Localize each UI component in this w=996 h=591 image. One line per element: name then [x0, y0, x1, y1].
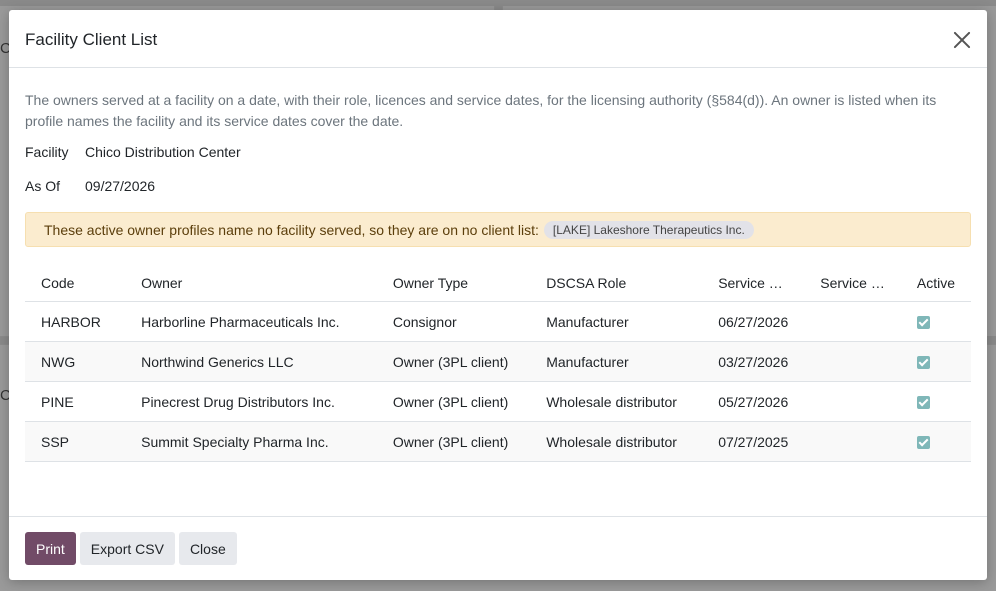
cell-role: Wholesale distributor [530, 381, 703, 422]
close-icon[interactable] [951, 29, 973, 51]
cell-role: Manufacturer [530, 341, 703, 382]
cell-service-start: 05/27/2026 [702, 381, 805, 422]
column-header-code[interactable]: Code [25, 265, 126, 302]
active-checkbox-icon[interactable] [916, 356, 930, 370]
column-header-service-end[interactable]: Service … [804, 265, 901, 302]
cell-active [900, 341, 971, 382]
cell-role: Wholesale distributor [530, 421, 703, 462]
cell-role: Manufacturer [530, 301, 703, 342]
cell-owner: Northwind Generics LLC [125, 341, 377, 382]
as-of-field: As Of 09/27/2026 [25, 178, 971, 194]
print-button[interactable]: Print [25, 532, 76, 565]
cell-code: SSP [25, 421, 126, 462]
cell-owner-type: Consignor [376, 301, 531, 342]
dialog-footer: Print Export CSV Close [9, 516, 987, 580]
facility-client-list-dialog: Facility Client List The owners served a… [9, 10, 987, 580]
cell-code: NWG [25, 341, 126, 382]
close-button[interactable]: Close [178, 532, 237, 565]
column-header-active[interactable]: Active [900, 265, 971, 302]
dialog-title: Facility Client List [25, 29, 158, 49]
column-header-owner[interactable]: Owner [125, 265, 377, 302]
cell-owner-type: Owner (3PL client) [376, 381, 531, 422]
cell-service-end [804, 341, 901, 382]
facility-field: Facility Chico Distribution Center [25, 144, 971, 160]
column-header-dscsa-role[interactable]: DSCSA Role [530, 265, 703, 302]
table-row[interactable]: NWG Northwind Generics LLC Owner (3PL cl… [25, 341, 971, 382]
dialog-header: Facility Client List [9, 10, 987, 68]
cell-service-end [804, 301, 901, 342]
export-csv-button[interactable]: Export CSV [79, 532, 175, 565]
cell-service-end [804, 421, 901, 462]
active-checkbox-icon[interactable] [916, 436, 930, 450]
table-row[interactable]: PINE Pinecrest Drug Distributors Inc. Ow… [25, 381, 971, 422]
cell-owner: Summit Specialty Pharma Inc. [125, 421, 377, 462]
active-checkbox-icon[interactable] [916, 396, 930, 410]
cell-owner: Pinecrest Drug Distributors Inc. [125, 381, 377, 422]
table-row[interactable]: HARBOR Harborline Pharmaceuticals Inc. C… [25, 301, 971, 342]
cell-service-start: 07/27/2025 [702, 421, 805, 462]
table-row[interactable]: SSP Summit Specialty Pharma Inc. Owner (… [25, 421, 971, 462]
cell-active [900, 421, 971, 462]
cell-code: PINE [25, 381, 126, 422]
column-header-service-start[interactable]: Service … [702, 265, 805, 302]
as-of-label: As Of [25, 178, 61, 194]
cell-service-start: 03/27/2026 [702, 341, 805, 382]
cell-active [900, 301, 971, 342]
cell-owner-type: Owner (3PL client) [376, 421, 531, 462]
column-header-owner-type[interactable]: Owner Type [376, 265, 531, 302]
dialog-description: The owners served at a facility on a dat… [25, 92, 937, 129]
cell-active [900, 381, 971, 422]
owner-tag[interactable]: [LAKE] Lakeshore Therapeutics Inc. [543, 220, 754, 239]
facility-label: Facility [25, 144, 69, 160]
as-of-value: 09/27/2026 [85, 178, 156, 194]
cell-owner: Harborline Pharmaceuticals Inc. [125, 301, 377, 342]
cell-service-start: 06/27/2026 [702, 301, 805, 342]
cell-service-end [804, 381, 901, 422]
dialog-body: The owners served at a facility on a dat… [9, 68, 987, 462]
active-checkbox-icon[interactable] [916, 316, 930, 330]
warning-alert: These active owner profiles name no faci… [25, 212, 971, 247]
cell-owner-type: Owner (3PL client) [376, 341, 531, 382]
table-header-row: Code Owner Owner Type DSCSA Role Service… [25, 265, 971, 302]
facility-value: Chico Distribution Center [85, 144, 241, 160]
alert-text: These active owner profiles name no faci… [44, 221, 539, 238]
client-table: Code Owner Owner Type DSCSA Role Service… [25, 265, 971, 462]
cell-code: HARBOR [25, 301, 126, 342]
